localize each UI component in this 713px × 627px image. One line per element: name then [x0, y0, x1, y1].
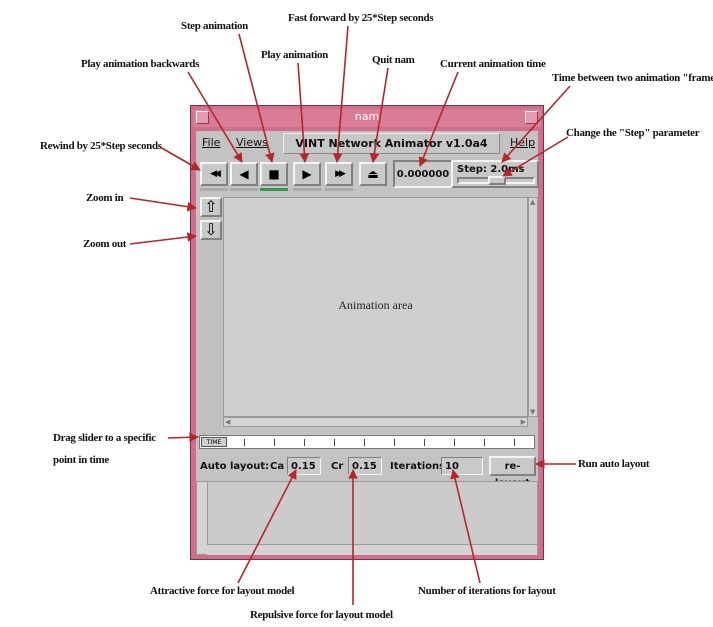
- zoom-out-icon: ⇩: [204, 220, 218, 239]
- stop-indicator: [260, 188, 288, 191]
- ca-label: Ca: [270, 461, 285, 472]
- cr-input[interactable]: 0.15: [348, 457, 382, 475]
- scroll-down-icon[interactable]: ▼: [530, 408, 535, 416]
- zoom-out-button[interactable]: ⇩: [200, 220, 222, 240]
- timeline-slider[interactable]: TIME: [199, 435, 535, 449]
- arrow-zoom-out: [129, 232, 197, 245]
- annotation-rewind: Rewind by 25*Step seconds: [40, 140, 162, 152]
- title-bar[interactable]: nam: [193, 109, 541, 127]
- window-title: nam: [354, 110, 380, 123]
- cr-label: Cr: [331, 461, 344, 472]
- app-title: VINT Network Animator v1.0a4: [283, 133, 500, 154]
- annotation-play: Play animation: [261, 49, 328, 61]
- console-area[interactable]: [196, 481, 538, 555]
- scroll-up-icon[interactable]: ▲: [530, 198, 535, 206]
- menu-views[interactable]: Views: [236, 136, 268, 149]
- rewind-button[interactable]: ◀◀: [200, 162, 228, 186]
- annotation-run-auto-layout: Run auto layout: [578, 458, 650, 470]
- play-backward-indicator: [230, 188, 258, 191]
- timeline-tick: [364, 439, 365, 446]
- relayout-button[interactable]: re-layout: [489, 456, 536, 489]
- annotation-current-time: Current animation time: [440, 58, 546, 70]
- annotation-zoom-out: Zoom out: [83, 238, 127, 250]
- menu-file[interactable]: File: [202, 136, 220, 149]
- annotation-attractive: Attractive force for layout model: [150, 585, 295, 597]
- play-icon: ▶: [302, 167, 312, 181]
- annotation-fast-forward: Fast forward by 25*Step seconds: [288, 12, 434, 24]
- timeline-tick: [454, 439, 455, 446]
- annotation-change-step: Change the "Step" parameter: [566, 127, 700, 139]
- zoom-in-button[interactable]: ⇧: [200, 197, 222, 217]
- quit-button[interactable]: ⏏: [359, 162, 387, 186]
- fast-forward-indicator: [325, 188, 353, 191]
- timeline-tick: [394, 439, 395, 446]
- auto-layout-row: Auto layout: Ca 0.15 Cr 0.15 Iterations …: [196, 455, 538, 489]
- console-horizontal-scrollbar[interactable]: [207, 544, 537, 555]
- timeline-tick: [274, 439, 275, 446]
- arrow-zoom-in: [129, 197, 197, 212]
- timeline-tick: [244, 439, 245, 446]
- annotation-repulsive: Repulsive force for layout model: [250, 609, 393, 621]
- nam-window: nam File Views VINT Network Animator v1.…: [190, 105, 544, 560]
- timeline-tick: [484, 439, 485, 446]
- rewind-icon: ◀◀: [210, 168, 221, 179]
- timeline-tick: [334, 439, 335, 446]
- iterations-input[interactable]: 10: [441, 457, 483, 475]
- eject-icon: ⏏: [367, 167, 379, 181]
- step-slider-thumb[interactable]: [488, 176, 506, 185]
- annotation-quit: Quit nam: [372, 54, 415, 66]
- window-maximize-icon[interactable]: [525, 111, 538, 124]
- animation-area-label: Animation area: [338, 298, 413, 312]
- stop-button[interactable]: ■: [260, 162, 288, 186]
- stop-icon: ■: [268, 167, 280, 181]
- annotation-drag-slider-1: Drag slider to a specific: [53, 432, 156, 444]
- animation-vertical-scrollbar[interactable]: ▲ ▼: [528, 197, 538, 417]
- play-button[interactable]: ▶: [293, 162, 321, 186]
- play-backward-icon: ◀: [239, 167, 249, 181]
- fast-forward-button[interactable]: ▶▶: [325, 162, 353, 186]
- auto-layout-label: Auto layout:: [200, 461, 270, 472]
- timeline-thumb[interactable]: TIME: [201, 437, 227, 447]
- menu-help[interactable]: Help: [510, 136, 535, 149]
- timeline-tick: [304, 439, 305, 446]
- step-control: Step: 2.0ms: [451, 160, 539, 188]
- annotation-play-backwards: Play animation backwards: [81, 58, 200, 70]
- rewind-indicator: [200, 188, 228, 191]
- timeline-tick: [424, 439, 425, 446]
- fast-forward-icon: ▶▶: [335, 168, 346, 179]
- current-time-display: 0.000000: [393, 160, 453, 188]
- animation-horizontal-scrollbar[interactable]: ◀ ▶: [223, 417, 528, 427]
- annotation-step-animation: Step animation: [181, 20, 249, 32]
- annotation-zoom-in: Zoom in: [86, 192, 124, 204]
- menu-bar: File Views VINT Network Animator v1.0a4 …: [196, 131, 538, 155]
- main-panel: File Views VINT Network Animator v1.0a4 …: [196, 131, 539, 555]
- animation-area[interactable]: Animation area: [223, 197, 528, 417]
- zoom-in-icon: ⇧: [204, 197, 218, 216]
- play-indicator: [293, 188, 321, 191]
- scroll-right-icon[interactable]: ▶: [521, 418, 526, 426]
- scroll-left-icon[interactable]: ◀: [225, 418, 230, 426]
- annotation-time-between: Time between two animation "frames": [552, 72, 713, 84]
- play-backward-button[interactable]: ◀: [230, 162, 258, 186]
- timeline-tick: [514, 439, 515, 446]
- annotation-iterations: Number of iterations for layout: [418, 585, 556, 597]
- iterations-label: Iterations: [390, 461, 446, 472]
- ca-input[interactable]: 0.15: [287, 457, 321, 475]
- annotation-drag-slider-2: point in time: [53, 454, 109, 466]
- step-label: Step: 2.0ms: [457, 164, 525, 175]
